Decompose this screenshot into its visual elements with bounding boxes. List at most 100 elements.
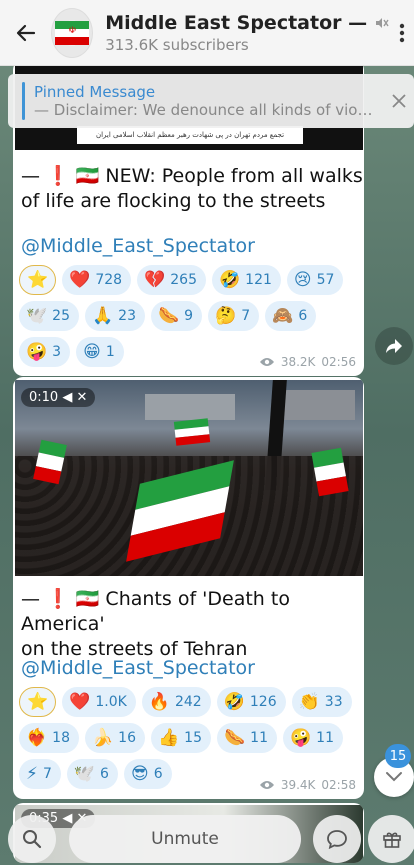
reaction-count: 7 xyxy=(241,308,251,324)
reaction-emoji-icon: 🌭 xyxy=(158,305,180,326)
reaction-chip[interactable]: ❤️ 728 xyxy=(62,265,132,295)
reaction-chip[interactable]: 👏 33 xyxy=(291,687,352,717)
reaction-count: 16 xyxy=(118,730,136,746)
reaction-count: 126 xyxy=(249,694,277,710)
reaction-chip[interactable]: 🔥 242 xyxy=(141,687,211,717)
message-meta: 39.4K 02:58 xyxy=(259,778,356,792)
reaction-count: 6 xyxy=(153,766,163,782)
comments-button[interactable] xyxy=(313,815,361,863)
reaction-emoji-icon: 😁 xyxy=(83,341,101,362)
star-reaction-button[interactable]: ⭐ xyxy=(19,265,57,295)
message-meta: 38.2K 02:56 xyxy=(259,355,356,369)
iran-flag-icon: ☫ xyxy=(55,20,90,45)
reaction-chip[interactable]: 🕊️ 25 xyxy=(19,301,79,331)
reaction-emoji-icon: 😢 xyxy=(293,269,312,290)
reaction-count: 57 xyxy=(316,272,335,288)
search-icon xyxy=(23,830,42,849)
reaction-chip[interactable]: 🌭 9 xyxy=(151,301,203,331)
reaction-chip[interactable]: ❤️ 1.0K xyxy=(62,687,136,717)
pinned-title: Pinned Message xyxy=(34,83,156,101)
reaction-chip[interactable]: 😎 6 xyxy=(123,759,172,789)
reaction-emoji-icon: 🌭 xyxy=(224,727,246,748)
background-building xyxy=(275,390,355,420)
unmute-button[interactable]: Unmute xyxy=(69,815,301,863)
reaction-count: 265 xyxy=(170,272,197,288)
reaction-emoji-icon: 🤪 xyxy=(290,727,312,748)
reaction-chip[interactable]: 🤪 11 xyxy=(283,723,343,753)
reaction-chip[interactable]: 🌭 11 xyxy=(217,723,277,753)
chat-bubble-icon xyxy=(327,830,347,849)
forward-button[interactable] xyxy=(375,327,413,365)
view-count: 39.4K xyxy=(280,778,316,792)
channel-link[interactable]: @Middle_East_Spectator xyxy=(21,235,255,257)
gift-icon xyxy=(383,832,401,848)
reaction-count: 3 xyxy=(52,344,62,360)
reaction-chip[interactable]: ⚡ 7 xyxy=(19,759,61,789)
gift-button[interactable] xyxy=(368,815,414,863)
reaction-chip[interactable]: ❤️‍🔥 18 xyxy=(19,723,79,753)
background-building xyxy=(145,394,235,420)
reaction-count: 23 xyxy=(118,308,136,324)
reaction-emoji-icon: ⭐ xyxy=(27,269,49,290)
iran-flag-icon xyxy=(173,418,211,446)
channel-avatar[interactable]: ☫ xyxy=(51,7,94,58)
reaction-count: 9 xyxy=(184,308,194,324)
reaction-emoji-icon: ❤️‍🔥 xyxy=(26,727,48,748)
reaction-chip[interactable]: 👍 15 xyxy=(151,723,211,753)
video-duration: 0:10 ◀ ✕ xyxy=(21,388,96,407)
reaction-count: 1.0K xyxy=(95,694,127,710)
reaction-chip[interactable]: 🤣 121 xyxy=(211,265,281,295)
views-eye-icon xyxy=(259,781,274,789)
reaction-emoji-icon: 👏 xyxy=(298,691,320,712)
more-options-button[interactable] xyxy=(389,23,414,43)
reaction-emoji-icon: 🤣 xyxy=(223,691,245,712)
reaction-emoji-icon: 🔥 xyxy=(148,691,170,712)
star-reaction-button[interactable]: ⭐ xyxy=(19,687,57,717)
channel-info[interactable]: Middle East Spectator — 313.6K subscribe… xyxy=(105,12,389,54)
message-time: 02:58 xyxy=(321,778,356,792)
reaction-chip[interactable]: 🍌 16 xyxy=(85,723,145,753)
reaction-chip[interactable]: 🤔 7 xyxy=(208,301,260,331)
reaction-count: 18 xyxy=(52,730,70,746)
reaction-count: 1 xyxy=(105,344,115,360)
reaction-chip[interactable]: 🙈 6 xyxy=(265,301,317,331)
reaction-count: 33 xyxy=(324,694,343,710)
share-arrow-icon xyxy=(386,339,402,353)
reaction-chip[interactable]: 😢 57 xyxy=(286,265,344,295)
reaction-emoji-icon: 🕊️ xyxy=(26,305,48,326)
reaction-emoji-icon: ❤️ xyxy=(69,691,91,712)
reaction-emoji-icon: 🤔 xyxy=(215,305,237,326)
reactions-row: ⭐ ❤️ 728 💔 265 🤣 121 😢 57 🕊️ 25 🙏 23 🌭 9 🤔 7 🙈 6 🤪 3 😁 1 xyxy=(19,265,359,367)
channel-link[interactable]: @Middle_East_Spectator xyxy=(21,657,255,679)
reaction-chip[interactable]: 🤣 126 xyxy=(216,687,286,717)
video-player[interactable]: 0:10 ◀ ✕ xyxy=(15,380,363,576)
channel-title: Middle East Spectator — xyxy=(105,11,368,34)
reactions-row: ⭐ ❤️ 1.0K 🔥 242 🤣 126 👏 33 ❤️‍🔥 18 🍌 16 👍 15 🌭 11 🤪 11 ⚡ 7 🕊️… xyxy=(19,687,359,789)
reaction-chip[interactable]: 💔 265 xyxy=(137,265,206,295)
message-text: — ❗ 🇮🇷 Chants of 'Death to America' on t… xyxy=(21,588,290,660)
reaction-chip[interactable]: 🙏 23 xyxy=(85,301,145,331)
iran-flag-icon xyxy=(311,447,349,497)
reaction-count: 6 xyxy=(298,308,308,324)
reaction-chip[interactable]: 🕊️ 6 xyxy=(66,759,118,789)
back-arrow-icon xyxy=(16,24,35,41)
reaction-emoji-icon: ⭐ xyxy=(27,691,49,712)
reaction-count: 242 xyxy=(174,694,202,710)
bottom-bar: Unmute xyxy=(0,815,414,865)
reaction-emoji-icon: ⚡ xyxy=(26,763,38,784)
pinned-close-button[interactable] xyxy=(384,94,414,108)
pinned-message-bar[interactable]: Pinned Message — Disclaimer: We denounce… xyxy=(8,74,414,128)
back-button[interactable] xyxy=(0,0,51,66)
unread-count-badge: 15 xyxy=(385,744,411,768)
reaction-count: 11 xyxy=(316,730,334,746)
search-button[interactable] xyxy=(8,815,56,863)
view-count: 38.2K xyxy=(280,355,316,369)
reaction-emoji-icon: 🕊️ xyxy=(73,763,96,784)
reaction-chip[interactable]: 😁 1 xyxy=(76,337,124,367)
reaction-count: 25 xyxy=(52,308,70,324)
more-vertical-icon xyxy=(399,23,404,42)
reaction-chip[interactable]: 🤪 3 xyxy=(19,337,71,367)
message-time: 02:56 xyxy=(321,355,356,369)
reaction-count: 121 xyxy=(245,272,272,288)
message-card[interactable]: 0:10 ◀ ✕ — ❗ 🇮🇷 Chants of 'Death to Amer… xyxy=(13,377,364,799)
